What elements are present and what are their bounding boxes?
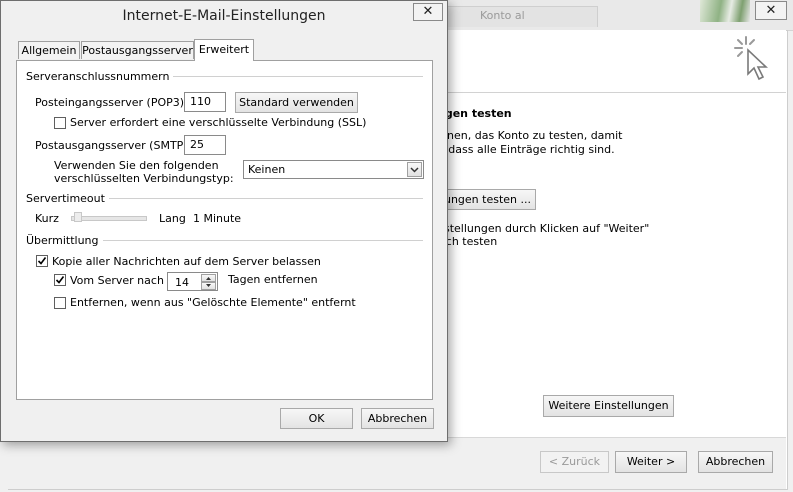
back-button[interactable]: < Zurück xyxy=(540,451,609,473)
pop3-label: Posteingangsserver (POP3): xyxy=(35,96,188,109)
internet-email-settings-dialog: Internet-E-Mail-Einstellungen ✕ Allgemei… xyxy=(0,0,448,442)
test-account-settings-button[interactable]: ungen testen ... xyxy=(440,189,536,210)
server-ports-group-label: Serveranschlussnummern xyxy=(26,70,174,83)
encryption-type-dropdown[interactable]: Keinen xyxy=(243,160,424,179)
timeout-value: 1 Minute xyxy=(193,212,242,225)
use-default-button[interactable]: Standard verwenden xyxy=(235,92,358,113)
smtp-port-input[interactable]: 25 xyxy=(184,135,226,155)
remove-after-suffix: Tagen entfernen xyxy=(228,273,318,286)
wizard-decoration xyxy=(700,0,750,22)
delivery-group-label: Übermittlung xyxy=(26,234,103,247)
timeout-long-label: Lang xyxy=(159,212,186,225)
auto-test-text-line1: nstellungen durch Klicken auf "Weiter" xyxy=(437,222,650,235)
dialog-close-button[interactable]: ✕ xyxy=(413,3,443,21)
keep-copy-checkbox[interactable] xyxy=(36,255,48,267)
checkmark-icon xyxy=(55,276,65,284)
remove-after-checkbox[interactable] xyxy=(54,274,66,286)
smtp-label: Postausgangsserver (SMTP): xyxy=(35,139,192,152)
spinner-down-arrow-icon[interactable] xyxy=(201,282,216,290)
tab-allgemein[interactable]: Allgemein xyxy=(18,41,80,59)
remove-after-days-spinner[interactable]: 14 xyxy=(167,272,218,291)
pointer-cursor-sparkle-icon xyxy=(734,36,769,81)
tab-erweitert[interactable]: Erweitert xyxy=(194,39,254,61)
checkmark-icon xyxy=(37,257,47,265)
remove-after-label: Vom Server nach xyxy=(70,274,164,287)
test-description-line2: t, dass alle Einträge richtig sind. xyxy=(437,143,615,156)
wizard-close-button[interactable]: ✕ xyxy=(755,1,787,20)
timeout-group-label: Servertimeout xyxy=(26,192,109,205)
ok-button[interactable]: OK xyxy=(280,408,353,429)
dialog-title: Internet-E-Mail-Einstellungen xyxy=(122,8,326,24)
wizard-cancel-button[interactable]: Abbrechen xyxy=(698,451,773,473)
remove-after-days-value: 14 xyxy=(175,276,189,289)
chevron-down-icon[interactable] xyxy=(407,162,422,177)
ssl-checkbox[interactable] xyxy=(54,117,66,129)
encryption-type-value: Keinen xyxy=(248,163,286,176)
test-section-title: ngen testen xyxy=(437,107,512,120)
timeout-slider-thumb[interactable] xyxy=(74,212,82,222)
next-button[interactable]: Weiter > xyxy=(615,451,687,473)
timeout-slider-track[interactable] xyxy=(71,216,147,221)
keep-copy-label: Kopie aller Nachrichten auf dem Server b… xyxy=(52,255,321,268)
ssl-label: Server erfordert eine verschlüsselte Ver… xyxy=(70,116,367,129)
encryption-type-label-line1: Verwenden Sie den folgenden xyxy=(54,159,219,172)
pop3-port-input[interactable]: 110 xyxy=(184,92,226,112)
timeout-short-label: Kurz xyxy=(35,212,59,225)
tab-postausgangsserver[interactable]: Postausgangsserver xyxy=(81,41,194,59)
more-settings-button[interactable]: Weitere Einstellungen xyxy=(543,395,674,417)
advanced-tab-panel: Serveranschlussnummern Posteingangsserve… xyxy=(16,60,433,400)
spinner-up-arrow-icon[interactable] xyxy=(201,274,216,282)
encryption-type-label-line2: verschlüsselten Verbindungstyp: xyxy=(54,172,234,185)
wizard-tab-label: Konto al xyxy=(480,9,525,22)
remove-deleted-label: Entfernen, wenn aus "Gelöschte Elemente"… xyxy=(70,296,356,309)
remove-deleted-checkbox[interactable] xyxy=(54,297,66,309)
test-description-line1: lhnen, das Konto zu testen, damit xyxy=(437,129,623,142)
dialog-cancel-button[interactable]: Abbrechen xyxy=(361,408,434,429)
